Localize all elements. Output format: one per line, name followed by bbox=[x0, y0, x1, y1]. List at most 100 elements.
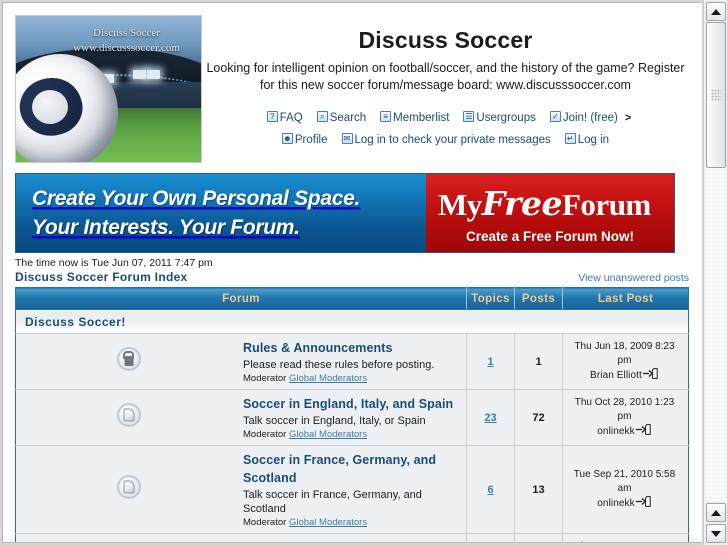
forum-icon-cell bbox=[15, 389, 241, 446]
folder-icon bbox=[123, 480, 134, 494]
last-post-user[interactable]: onlinekk bbox=[597, 498, 635, 509]
topics-count-link[interactable]: 23 bbox=[484, 412, 496, 424]
scroll-up-button-bottom[interactable] bbox=[706, 503, 726, 522]
myfreeforum-banner-ad[interactable]: Create Your Own Personal Space. Your Int… bbox=[15, 173, 675, 253]
lock-icon bbox=[124, 356, 133, 366]
column-header-last-post: Last Post bbox=[562, 287, 689, 310]
logo-caption-line2: www.discusssoccer.com bbox=[73, 42, 180, 54]
nav-link-join[interactable]: ✓ Join! (free) bbox=[549, 107, 618, 129]
scrollbar-thumb[interactable] bbox=[706, 22, 726, 168]
scroll-down-button[interactable] bbox=[706, 524, 726, 543]
column-header-posts: Posts bbox=[514, 287, 563, 310]
nav-link-profile[interactable]: ☻ Profile bbox=[281, 129, 328, 151]
nav-link-profile-label: Profile bbox=[294, 134, 328, 146]
nav-link-faq[interactable]: ? FAQ bbox=[266, 107, 303, 129]
memberlist-icon: ≡ bbox=[380, 111, 392, 122]
category-spacer-last bbox=[562, 309, 689, 334]
posts-cell: 13 bbox=[514, 445, 563, 534]
nav-link-usergroups[interactable]: ☰ Usergroups bbox=[463, 107, 536, 129]
last-post-cell: Thu Jun 18, 2009 8:23 pm Brian Elliott bbox=[562, 333, 689, 390]
category-link-discuss-soccer[interactable]: Discuss Soccer! bbox=[25, 315, 126, 329]
scrollbar-grip-icon bbox=[711, 89, 721, 101]
forum-unlocked-icon bbox=[116, 475, 141, 499]
arrow-down-icon bbox=[711, 530, 721, 537]
forum-description: Please read these rules before posting. bbox=[243, 359, 435, 371]
nav-link-join-label: Join! (free) bbox=[562, 112, 618, 124]
folder-icon bbox=[123, 408, 134, 422]
category-spacer-topics bbox=[466, 309, 515, 334]
chevron-right-icon: > bbox=[624, 112, 632, 124]
nav-link-private-messages-label: Log in to check your private messages bbox=[354, 134, 551, 146]
moderator-link[interactable]: Global Moderators bbox=[289, 517, 367, 528]
page-viewport: Discuss Soccer www.discusssoccer.com Dis… bbox=[2, 2, 702, 543]
nav-row-primary: ? FAQ ⌕ Search ≡ Memberlist ☰ Usergroups ✓ Join! … bbox=[202, 107, 689, 129]
posts-cell: 25 bbox=[514, 533, 563, 542]
advert-headline-1: Create Your Own Personal Space. bbox=[32, 187, 360, 210]
posts-cell: 72 bbox=[514, 389, 563, 446]
brand-forum: Forum bbox=[562, 187, 651, 222]
forum-info-cell: Soccer in England, Italy, and Spain Talk… bbox=[241, 389, 467, 446]
vertical-scrollbar[interactable] bbox=[703, 0, 727, 545]
topics-cell: 1 bbox=[466, 333, 515, 390]
nav-link-search[interactable]: ⌕ Search bbox=[316, 107, 367, 129]
logo-floodlight bbox=[132, 70, 146, 80]
myfreeforum-logo: MyFreeForum bbox=[438, 184, 651, 223]
forum-link[interactable]: Rules & Announcements bbox=[243, 341, 393, 355]
last-post-user[interactable]: onlinekk bbox=[597, 426, 635, 437]
advert-tagline: Create a Free Forum Now! bbox=[466, 229, 635, 244]
column-header-forum: Forum bbox=[15, 287, 467, 310]
topics-cell: 23 bbox=[466, 389, 515, 446]
forum-moderator: Moderator Global Moderators bbox=[243, 429, 462, 440]
moderator-label: Moderator bbox=[243, 429, 287, 440]
table-row: Rules & Announcements Please read these … bbox=[15, 333, 689, 390]
brand-my: My bbox=[438, 187, 482, 222]
site-logo: Discuss Soccer www.discusssoccer.com bbox=[15, 15, 202, 163]
breadcrumb[interactable]: Discuss Soccer Forum Index bbox=[15, 270, 188, 284]
posts-cell: 1 bbox=[514, 333, 563, 390]
pm-icon: ✉ bbox=[341, 133, 353, 144]
category-spacer-posts bbox=[514, 309, 563, 334]
nav-link-private-messages[interactable]: ✉ Log in to check your private messages bbox=[341, 129, 551, 151]
last-post-user[interactable]: Brian Elliott bbox=[590, 370, 642, 381]
topics-cell: 6 bbox=[466, 445, 515, 534]
moderator-label: Moderator bbox=[243, 517, 287, 528]
moderator-link[interactable]: Global Moderators bbox=[289, 429, 367, 440]
advert-headline-2: Your Interests. Your Forum. bbox=[32, 216, 300, 239]
nav-link-usergroups-label: Usergroups bbox=[476, 112, 536, 124]
nav-link-login[interactable]: ↵ Log in bbox=[564, 129, 609, 151]
faq-icon: ? bbox=[266, 111, 278, 122]
last-post-date: Thu Jun 18, 2009 8:23 pm bbox=[574, 340, 675, 366]
header-text-block: Discuss Soccer Looking for intelligent o… bbox=[202, 15, 689, 151]
nav-row-secondary: ☻ Profile ✉ Log in to check your private me… bbox=[202, 129, 689, 151]
forum-link[interactable]: Soccer in the Rest of the World bbox=[243, 541, 431, 542]
table-header-row: Forum Topics Posts Last Post bbox=[15, 287, 689, 310]
scroll-up-button[interactable] bbox=[706, 2, 726, 21]
login-icon: ↵ bbox=[564, 133, 576, 144]
forum-table-body: Discuss Soccer! Rules & Announcements Pl… bbox=[15, 309, 689, 542]
nav-link-memberlist[interactable]: ≡ Memberlist bbox=[380, 107, 449, 129]
goto-last-post-icon[interactable] bbox=[635, 495, 652, 512]
forum-link[interactable]: Soccer in England, Italy, and Spain bbox=[243, 397, 453, 411]
table-row: Soccer in the Rest of the World Talk soc… bbox=[15, 533, 689, 542]
brand-free: Free bbox=[481, 184, 563, 223]
nav-link-memberlist-label: Memberlist bbox=[393, 112, 450, 124]
topics-count-link[interactable]: 6 bbox=[487, 484, 493, 496]
site-description: Looking for intelligent opinion on footb… bbox=[206, 61, 685, 92]
goto-last-post-icon[interactable] bbox=[642, 367, 659, 384]
forum-description: Talk soccer in England, Italy, or Spain bbox=[243, 415, 426, 427]
forum-link[interactable]: Soccer in France, Germany, and Scotland bbox=[243, 453, 436, 485]
moderator-link[interactable]: Global Moderators bbox=[289, 373, 367, 384]
goto-last-post-icon[interactable] bbox=[635, 423, 652, 440]
forum-info-cell: Soccer in France, Germany, and Scotland … bbox=[241, 445, 467, 534]
forum-page: Discuss Soccer www.discusssoccer.com Dis… bbox=[3, 3, 701, 542]
usergroups-icon: ☰ bbox=[463, 111, 475, 122]
forum-info-cell: Rules & Announcements Please read these … bbox=[241, 333, 467, 390]
current-time: The time now is Tue Jun 07, 2011 7:47 pm bbox=[15, 257, 213, 269]
forum-index-table: Forum Topics Posts Last Post Discuss Soc… bbox=[15, 287, 689, 542]
advert-left-panel: Create Your Own Personal Space. Your Int… bbox=[16, 174, 426, 252]
last-post-cell: Thu Oct 28, 2010 1:24 pm onlinekk bbox=[562, 533, 689, 542]
view-unanswered-posts-link[interactable]: View unanswered posts bbox=[578, 272, 689, 284]
nav-link-search-label: Search bbox=[329, 112, 367, 124]
logo-caption: Discuss Soccer www.discusssoccer.com bbox=[16, 26, 195, 56]
topics-count-link[interactable]: 1 bbox=[487, 356, 493, 368]
